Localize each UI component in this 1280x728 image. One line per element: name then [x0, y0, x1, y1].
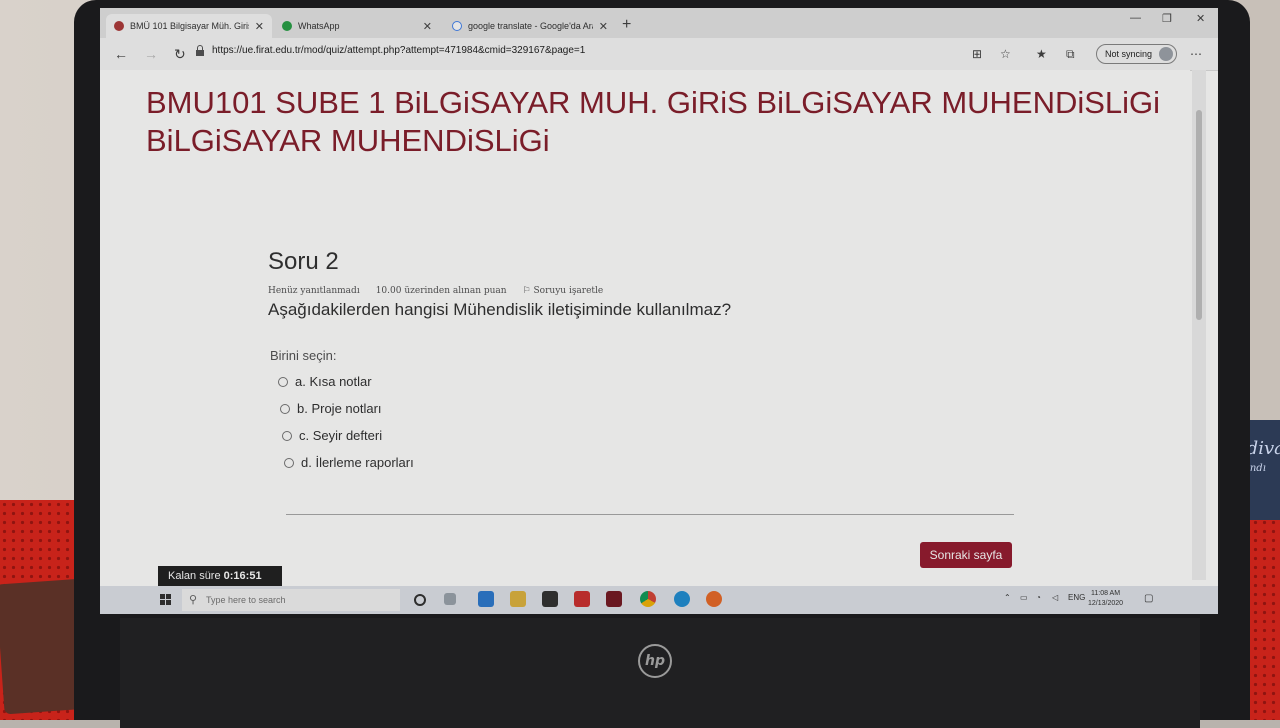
google-icon [452, 21, 462, 31]
close-icon[interactable]: ✕ [255, 20, 264, 33]
option-label[interactable]: c. Seyir defteri [299, 428, 382, 443]
minimize-icon[interactable]: — [1130, 12, 1141, 24]
question-status: Henüz yanıtlanmadı [268, 286, 360, 296]
tray-chevron-icon[interactable]: ⌃ [1004, 593, 1011, 602]
firefox-icon[interactable] [706, 591, 722, 607]
question-points: 10.00 üzerinden alınan puan [375, 286, 507, 296]
quiz-page: BMU101 SUBE 1 BiLGiSAYAR MUH. GiRiS BiLG… [100, 70, 1190, 580]
sync-label: Not syncing [1105, 49, 1153, 59]
flag-label: Soruyu işaretle [533, 286, 604, 296]
moodle-favicon-icon [114, 21, 124, 31]
tab-google[interactable]: google translate - Google'da Ara ✕ [444, 14, 616, 38]
refresh-icon[interactable]: ↻ [174, 46, 186, 63]
forward-icon[interactable]: → [144, 46, 158, 62]
answer-option[interactable]: c. Seyir defteri [282, 427, 1028, 444]
url-field[interactable]: https://ue.firat.edu.tr/mod/quiz/attempt… [212, 45, 585, 56]
tab-quiz[interactable]: BMÜ 101 Bilgisayar Müh. Giriş V ✕ [106, 14, 272, 38]
collections-icon[interactable]: ⧉ [1066, 47, 1075, 62]
laptop-screen: BMÜ 101 Bilgisayar Müh. Giriş V ✕ WhatsA… [100, 8, 1218, 614]
tab-title: google translate - Google'da Ara [468, 21, 593, 31]
flag-icon: ⚐ [522, 286, 534, 296]
scrollbar-thumb[interactable] [1196, 110, 1202, 320]
clock-time: 11:08 AM [1090, 590, 1121, 597]
question-number: Soru 2 [268, 248, 339, 275]
app-icon[interactable] [606, 591, 622, 607]
close-icon[interactable]: ✕ [599, 20, 608, 33]
tab-whatsapp[interactable]: WhatsApp ✕ [274, 14, 440, 38]
profile-avatar-icon [1159, 47, 1174, 61]
new-tab-icon[interactable]: + [622, 16, 631, 34]
next-page-button[interactable]: Sonraki sayfa [920, 542, 1012, 568]
notifications-icon[interactable]: ▢ [1144, 593, 1153, 604]
restore-icon[interactable]: ❐ [1162, 12, 1172, 25]
divider [286, 514, 1014, 515]
back-icon[interactable]: ← [114, 46, 128, 62]
option-label[interactable]: a. Kısa notlar [295, 374, 372, 389]
timer-label: Kalan süre [168, 570, 221, 582]
store-icon[interactable] [542, 591, 558, 607]
battery-icon: ▭ [1020, 593, 1028, 602]
radio-button[interactable] [284, 457, 294, 468]
clock-date: 12/13/2020 [1088, 600, 1124, 607]
tab-bar: BMÜ 101 Bilgisayar Müh. Giriş V ✕ WhatsA… [100, 8, 1218, 38]
quiz-timer: Kalan süre 0:16:51 [158, 566, 282, 586]
task-view-icon[interactable] [444, 593, 456, 605]
windows-start-icon[interactable] [160, 594, 172, 606]
tab-title: BMÜ 101 Bilgisayar Müh. Giriş V [130, 21, 249, 31]
answer-prompt: Birini seçin: [270, 348, 337, 363]
file-explorer-icon[interactable] [510, 591, 526, 607]
course-title: BMU101 SUBE 1 BiLGiSAYAR MUH. GiRiS BiLG… [146, 85, 1161, 158]
language-indicator[interactable]: ENG [1068, 593, 1085, 602]
taskbar-search-input[interactable]: Type here to search [182, 589, 400, 611]
wifi-icon[interactable]: ◔ [1036, 593, 1041, 602]
window-close-icon[interactable]: ✕ [1196, 12, 1205, 25]
taskbar-clock[interactable]: 11:08 AM 12/13/2020 [1088, 589, 1123, 609]
radio-button[interactable] [278, 376, 288, 387]
windows-taskbar: Type here to search ⌃ ▭ ◔ ◁ ENG 11:08 AM… [100, 586, 1218, 614]
page-scrollbar[interactable] [1192, 70, 1206, 580]
radio-button[interactable] [280, 403, 290, 414]
cortana-icon[interactable] [414, 594, 426, 606]
address-bar: ← → ↻ https://ue.firat.edu.tr/mod/quiz/a… [100, 38, 1218, 71]
hp-logo: hp [638, 644, 672, 678]
edge-icon[interactable] [674, 591, 690, 607]
question-text: Aşağıdakilerden hangisi Mühendislik ilet… [268, 300, 732, 319]
answer-option[interactable]: b. Proje notları [280, 400, 1028, 417]
tab-title: WhatsApp [298, 21, 340, 31]
timer-value: 0:16:51 [223, 570, 262, 582]
netflix-icon[interactable] [574, 591, 590, 607]
chrome-icon[interactable] [640, 591, 656, 607]
lock-icon [196, 45, 204, 56]
favorite-star-icon[interactable]: ☆ [1000, 47, 1011, 61]
mail-icon[interactable] [478, 591, 494, 607]
sync-button[interactable]: Not syncing [1096, 44, 1178, 64]
option-label[interactable]: b. Proje notları [297, 401, 382, 416]
radio-button[interactable] [282, 430, 292, 441]
read-aloud-icon[interactable]: ⊞ [972, 47, 982, 61]
favorites-list-icon[interactable]: ★ [1036, 47, 1047, 61]
flag-question-link[interactable]: ⚐ Soruyu işaretle [523, 286, 604, 296]
option-label[interactable]: d. İlerleme raporları [301, 455, 414, 470]
close-icon[interactable]: ✕ [423, 20, 432, 33]
answer-option[interactable]: d. İlerleme raporları [284, 454, 1028, 471]
volume-icon[interactable]: ◁ [1052, 593, 1058, 602]
question-info: Henüz yanıtlanmadı 10.00 üzerinden alına… [268, 286, 1028, 296]
question-block: Soru 2 Henüz yanıtlanmadı 10.00 üzerinde… [268, 248, 1028, 471]
answer-option[interactable]: a. Kısa notlar [278, 373, 1028, 390]
more-menu-icon[interactable]: ⋯ [1190, 47, 1202, 61]
whatsapp-icon [282, 21, 292, 31]
